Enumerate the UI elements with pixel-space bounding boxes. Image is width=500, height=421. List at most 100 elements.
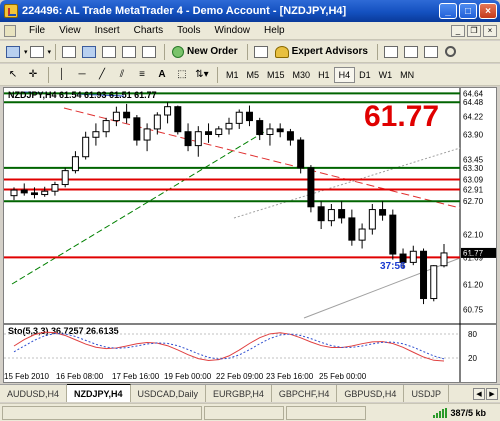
line-chart-button[interactable]: [422, 43, 440, 61]
timeframe-d1[interactable]: D1: [355, 67, 375, 83]
strategy-tester-icon: [142, 45, 157, 58]
candle-body: [409, 250, 417, 263]
price-axis-label: 64.22: [463, 113, 484, 122]
chart-tabs: AUDUSD,H4 NZDJPY,H4 USDCAD,Daily EURGBP,…: [0, 384, 500, 402]
horizontal-line-icon: ─: [78, 69, 86, 80]
candle-body: [430, 265, 438, 300]
new-chart-button[interactable]: [4, 43, 22, 61]
candle-body: [164, 106, 172, 116]
menu-insert[interactable]: Insert: [88, 25, 127, 36]
price-axis-label: 62.10: [463, 231, 484, 240]
fibonacci-icon: ≡: [139, 69, 145, 80]
metaeditor-button[interactable]: [252, 43, 270, 61]
drawing-toolbar: ↖ ✛ │ ─ ╱ ⫽ ≡ A ⬚ ⇅▾ M1 M5 M15 M30 H1 H4…: [0, 64, 500, 86]
candle-body: [143, 128, 151, 141]
menu-charts[interactable]: Charts: [127, 25, 170, 36]
timeframe-m30[interactable]: M30: [289, 67, 315, 83]
menu-tools[interactable]: Tools: [170, 25, 207, 36]
data-window-button[interactable]: [80, 43, 98, 61]
new-order-icon: [172, 45, 185, 58]
expert-advisors-button[interactable]: Expert Advisors: [272, 43, 371, 61]
arrows-tool-button[interactable]: ⇅▾: [193, 66, 211, 84]
green-trendline: [11, 131, 265, 285]
tab-usdcad-daily[interactable]: USDCAD,Daily: [131, 385, 207, 402]
vertical-line-button[interactable]: │: [53, 66, 71, 84]
timeframe-w1[interactable]: W1: [375, 67, 397, 83]
tab-audusd-h4[interactable]: AUDUSD,H4: [0, 385, 68, 402]
candle-body: [20, 189, 28, 194]
expert-advisors-label: Expert Advisors: [291, 46, 368, 57]
navigator-button[interactable]: [100, 43, 118, 61]
zoom-in-button[interactable]: [442, 43, 460, 61]
tab-nzdjpy-h4[interactable]: NZDJPY,H4: [67, 384, 131, 402]
candle-body: [317, 206, 325, 222]
menu-window[interactable]: Window: [207, 25, 257, 36]
candle-body: [102, 120, 110, 133]
horizontal-line-button[interactable]: ─: [73, 66, 91, 84]
tab-gbpusd-h4[interactable]: GBPUSD,H4: [337, 385, 405, 402]
mdi-minimize-button[interactable]: _: [451, 24, 465, 37]
chart-window-icon[interactable]: [4, 24, 16, 37]
time-axis-label: 22 Feb 09:00: [216, 372, 264, 381]
strategy-tester-button[interactable]: [140, 43, 158, 61]
menu-help[interactable]: Help: [257, 25, 292, 36]
candlestick-button[interactable]: [402, 43, 420, 61]
candle-body: [184, 131, 192, 147]
profiles-button[interactable]: [28, 43, 46, 61]
fibonacci-button[interactable]: ≡: [133, 66, 151, 84]
trendline-button[interactable]: ╱: [93, 66, 111, 84]
candle-body: [10, 189, 18, 197]
timeframe-mn[interactable]: MN: [396, 67, 418, 83]
time-axis-label: 23 Feb 16:00: [266, 372, 314, 381]
chart-window[interactable]: NZDJPY,H4 61.54 61.93 61.51 61.77 61.77 37…: [3, 87, 497, 383]
candle-body: [174, 106, 182, 133]
menu-file[interactable]: File: [22, 25, 52, 36]
expert-advisors-icon: [274, 45, 289, 58]
status-bar: 387/5 kb: [0, 403, 500, 421]
terminal-button[interactable]: [120, 43, 138, 61]
market-watch-button[interactable]: [60, 43, 78, 61]
chart-header: NZDJPY,H4 61.54 61.93 61.51 61.77: [8, 90, 157, 100]
timeframe-m15[interactable]: M15: [263, 67, 289, 83]
tab-gbpchf-h4[interactable]: GBPCHF,H4: [272, 385, 338, 402]
menu-view[interactable]: View: [52, 25, 88, 36]
candle-body: [379, 209, 387, 216]
timeframe-m1[interactable]: M1: [222, 67, 243, 83]
candle-body: [112, 111, 120, 122]
price-axis-label: 64.48: [463, 98, 484, 107]
candle-body: [297, 139, 305, 169]
bar-chart-button[interactable]: [382, 43, 400, 61]
tab-scroll-right-button[interactable]: ▶: [486, 387, 498, 400]
crosshair-button[interactable]: ✛: [24, 66, 42, 84]
tab-usdjpy[interactable]: USDJP: [404, 385, 449, 402]
candle-body: [82, 136, 90, 158]
minimize-button[interactable]: _: [439, 3, 457, 19]
bar-chart-icon: [383, 45, 398, 58]
candle-body: [266, 128, 274, 135]
candle-body: [338, 209, 346, 219]
timeframe-h1[interactable]: H1: [314, 67, 334, 83]
tab-scroll-left-button[interactable]: ◀: [473, 387, 485, 400]
mdi-close-button[interactable]: ×: [483, 24, 497, 37]
new-order-label: New Order: [187, 46, 238, 57]
crosshair-icon: ✛: [28, 69, 38, 80]
big-price-label: 61.77: [364, 100, 439, 133]
close-button[interactable]: ×: [479, 3, 497, 19]
candle-body: [225, 122, 233, 130]
timeframe-h4[interactable]: H4: [333, 66, 356, 83]
tab-eurgbp-h4[interactable]: EURGBP,H4: [206, 385, 272, 402]
candle-body: [215, 128, 223, 135]
channel-button[interactable]: ⫽: [113, 66, 131, 84]
cursor-button[interactable]: ↖: [4, 66, 22, 84]
mdi-restore-button[interactable]: ❐: [467, 24, 481, 37]
label-tool-button[interactable]: ⬚: [173, 66, 191, 84]
price-chart[interactable]: NZDJPY,H4 61.54 61.93 61.51 61.77 61.77 37…: [4, 88, 496, 382]
grey-trendline: [233, 147, 461, 219]
candle-body: [307, 167, 315, 208]
text-tool-button[interactable]: A: [153, 66, 171, 84]
candle-body: [92, 131, 100, 138]
timeframe-m5[interactable]: M5: [243, 67, 264, 83]
maximize-button[interactable]: □: [459, 3, 477, 19]
terminal-icon: [122, 45, 137, 58]
new-order-button[interactable]: New Order: [169, 43, 241, 61]
